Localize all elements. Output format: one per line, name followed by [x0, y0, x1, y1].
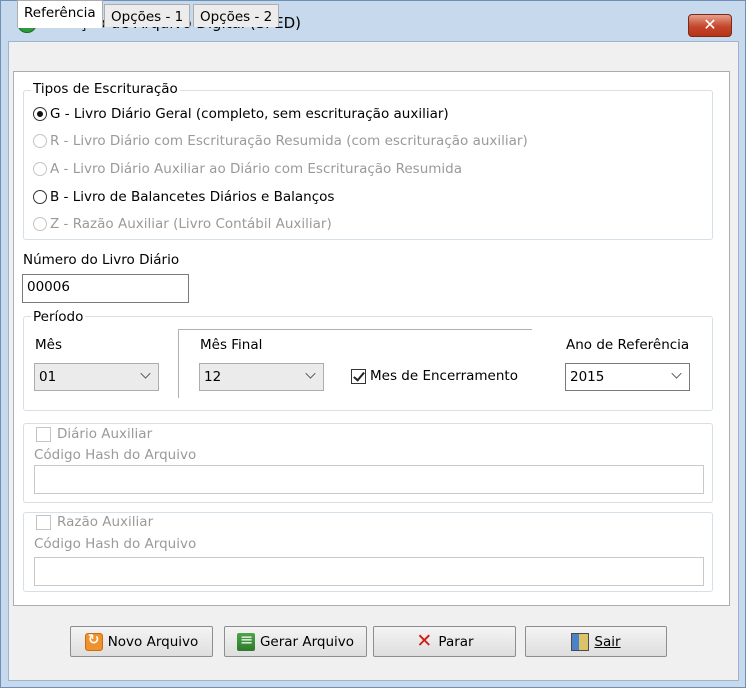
diario-hash-input[interactable]	[34, 465, 704, 494]
radio-option-b[interactable]: B - Livro de Balancetes Diários e Balanç…	[33, 187, 334, 207]
radio-button[interactable]	[33, 162, 47, 176]
radio-option-z[interactable]: Z - Razão Auxiliar (Livro Contábil Auxil…	[33, 214, 332, 234]
tab-label: Referência	[24, 5, 96, 21]
tab-referencia[interactable]: Referência	[17, 0, 103, 28]
radio-button[interactable]	[33, 190, 47, 204]
radio-label: A - Livro Diário Auxiliar ao Diário com …	[50, 161, 463, 177]
razao-hash-input[interactable]	[34, 557, 704, 586]
mes-label: Mês	[35, 337, 62, 353]
spreadsheet-icon	[236, 630, 255, 651]
mes-final-select[interactable]: 12	[199, 363, 324, 391]
chevron-down-icon	[305, 368, 316, 379]
mes-final-label: Mês Final	[200, 337, 263, 353]
radio-label: G - Livro Diário Geral (completo, sem es…	[50, 106, 449, 122]
radio-option-g[interactable]: G - Livro Diário Geral (completo, sem es…	[33, 104, 449, 124]
radio-button[interactable]	[33, 217, 47, 231]
ano-label: Ano de Referência	[566, 337, 690, 353]
parar-label: Parar	[438, 633, 474, 650]
divider-horizontal	[178, 329, 532, 330]
parar-button[interactable]: Parar	[373, 626, 516, 657]
divider-vertical	[178, 329, 179, 398]
radio-label: R - Livro Diário com Escrituração Resumi…	[50, 133, 528, 149]
radio-option-a[interactable]: A - Livro Diário Auxiliar ao Diário com …	[33, 159, 462, 179]
razao-auxiliar-label[interactable]: Razão Auxiliar	[57, 514, 153, 530]
close-button[interactable]: ✕	[688, 14, 732, 37]
periodo-legend: Período	[31, 309, 86, 325]
diario-hash-label: Código Hash do Arquivo	[34, 447, 197, 463]
chevron-down-icon	[671, 368, 682, 379]
mes-select[interactable]: 01	[34, 363, 159, 391]
numero-livro-label: Número do Livro Diário	[23, 252, 180, 268]
radio-button[interactable]	[33, 107, 47, 121]
novo-arquivo-button[interactable]: Novo Arquivo	[70, 626, 213, 657]
tab-opcoes-1[interactable]: Opções - 1	[104, 4, 191, 27]
numero-livro-value: 00006	[27, 279, 70, 295]
diario-auxiliar-checkbox[interactable]	[36, 427, 51, 442]
radio-label: Z - Razão Auxiliar (Livro Contábil Auxil…	[50, 216, 332, 232]
mes-value: 01	[39, 369, 57, 385]
gerar-arquivo-label: Gerar Arquivo	[259, 633, 355, 650]
tab-opcoes-2[interactable]: Opções - 2	[193, 4, 280, 27]
red-x-icon	[415, 630, 433, 652]
diario-auxiliar-label[interactable]: Diário Auxiliar	[57, 426, 152, 442]
mes-final-value: 12	[204, 369, 222, 385]
ano-select[interactable]: 2015	[565, 363, 690, 391]
radio-button[interactable]	[33, 134, 47, 148]
exit-door-icon	[571, 632, 590, 651]
razao-auxiliar-checkbox[interactable]	[36, 515, 51, 530]
radio-label: B - Livro de Balancetes Diários e Balanç…	[50, 189, 335, 205]
sair-button[interactable]: Sair	[525, 626, 667, 657]
tab-label: Opções - 1	[111, 9, 184, 25]
encerramento-checkbox[interactable]	[351, 369, 366, 384]
tab-label: Opções - 2	[200, 9, 273, 25]
refresh-document-icon	[84, 632, 103, 651]
numero-livro-input[interactable]: 00006	[22, 274, 189, 303]
encerramento-label[interactable]: Mes de Encerramento	[370, 368, 518, 384]
close-icon: ✕	[703, 15, 717, 34]
chevron-down-icon	[140, 368, 151, 379]
novo-arquivo-label: Novo Arquivo	[107, 633, 199, 650]
razao-hash-label: Código Hash do Arquivo	[34, 536, 197, 552]
gerar-arquivo-button[interactable]: Gerar Arquivo	[224, 626, 367, 657]
ano-value: 2015	[570, 369, 605, 385]
radio-option-r[interactable]: R - Livro Diário com Escrituração Resumi…	[33, 131, 528, 151]
tipos-escrituracao-legend: Tipos de Escrituração	[31, 81, 180, 97]
sair-label: Sair	[594, 633, 621, 650]
